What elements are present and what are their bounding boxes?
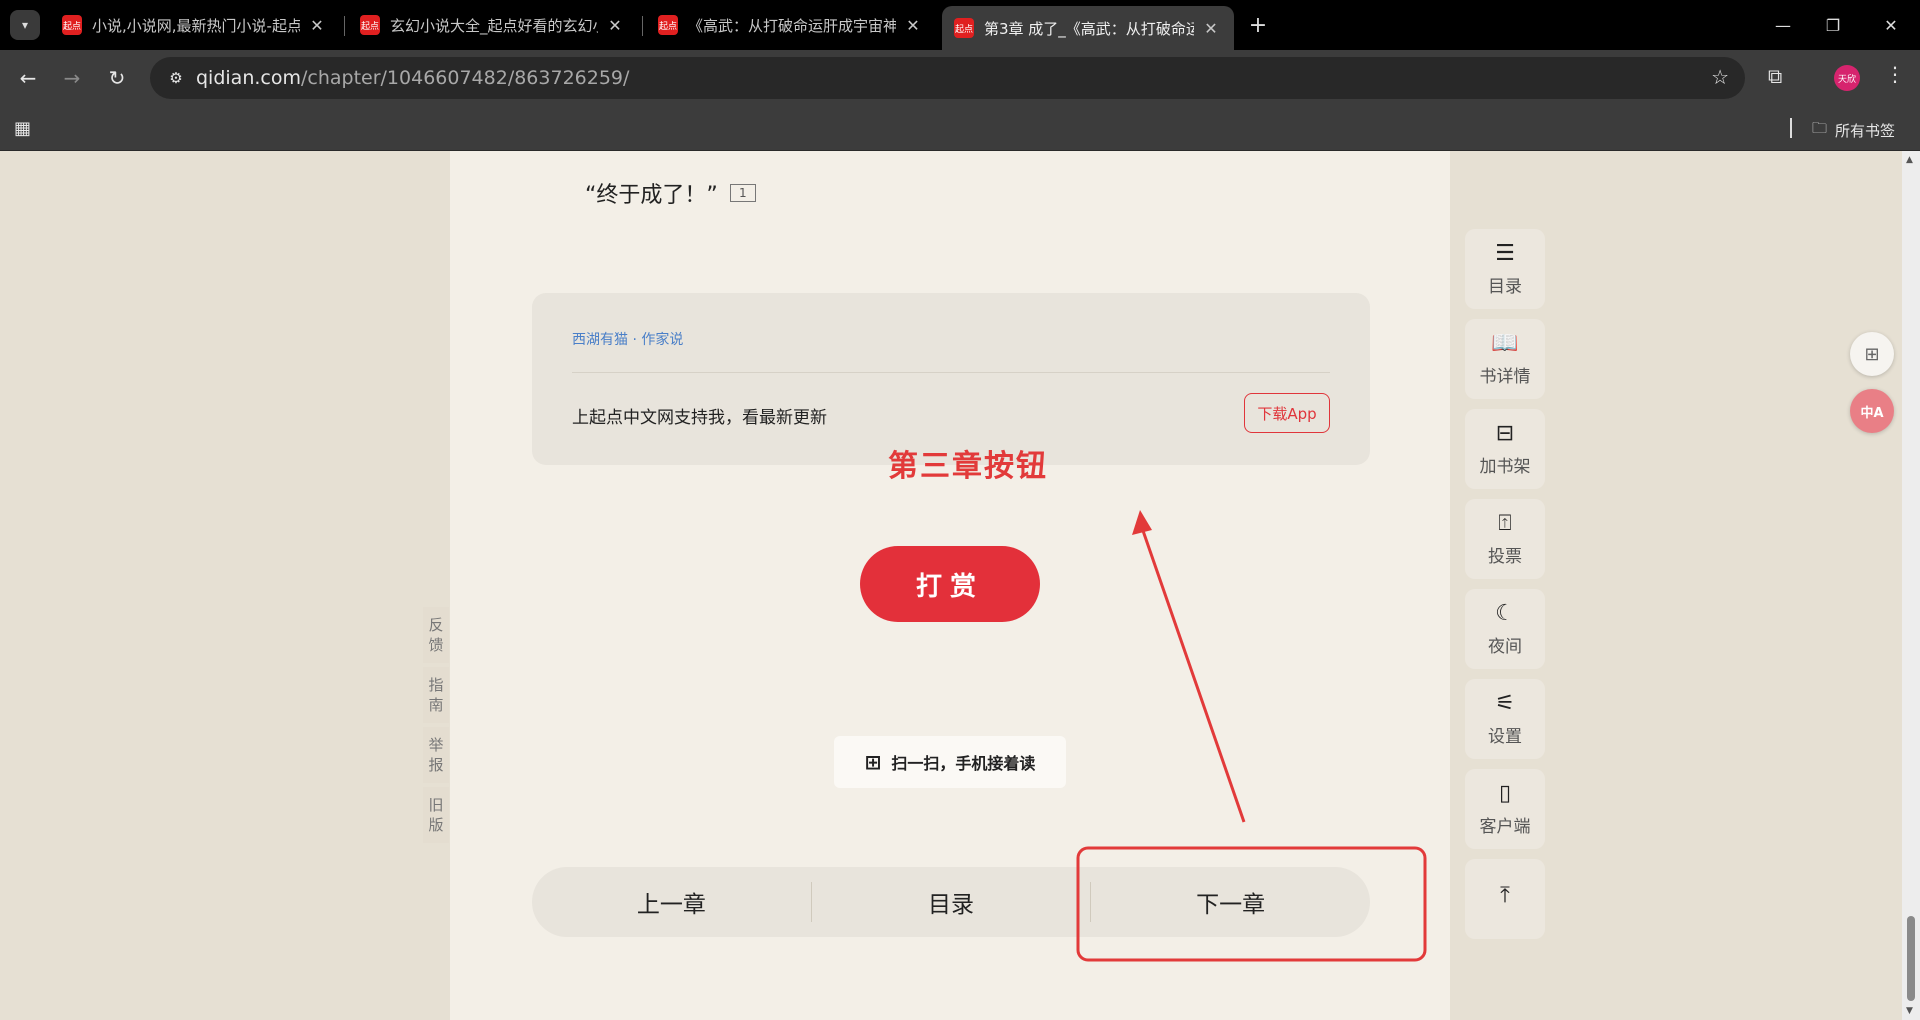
annotation-arrowhead	[1132, 510, 1152, 535]
annotation-overlay	[1076, 510, 1427, 962]
annotation-arrow	[1138, 521, 1246, 823]
annotation-box	[1076, 846, 1427, 962]
